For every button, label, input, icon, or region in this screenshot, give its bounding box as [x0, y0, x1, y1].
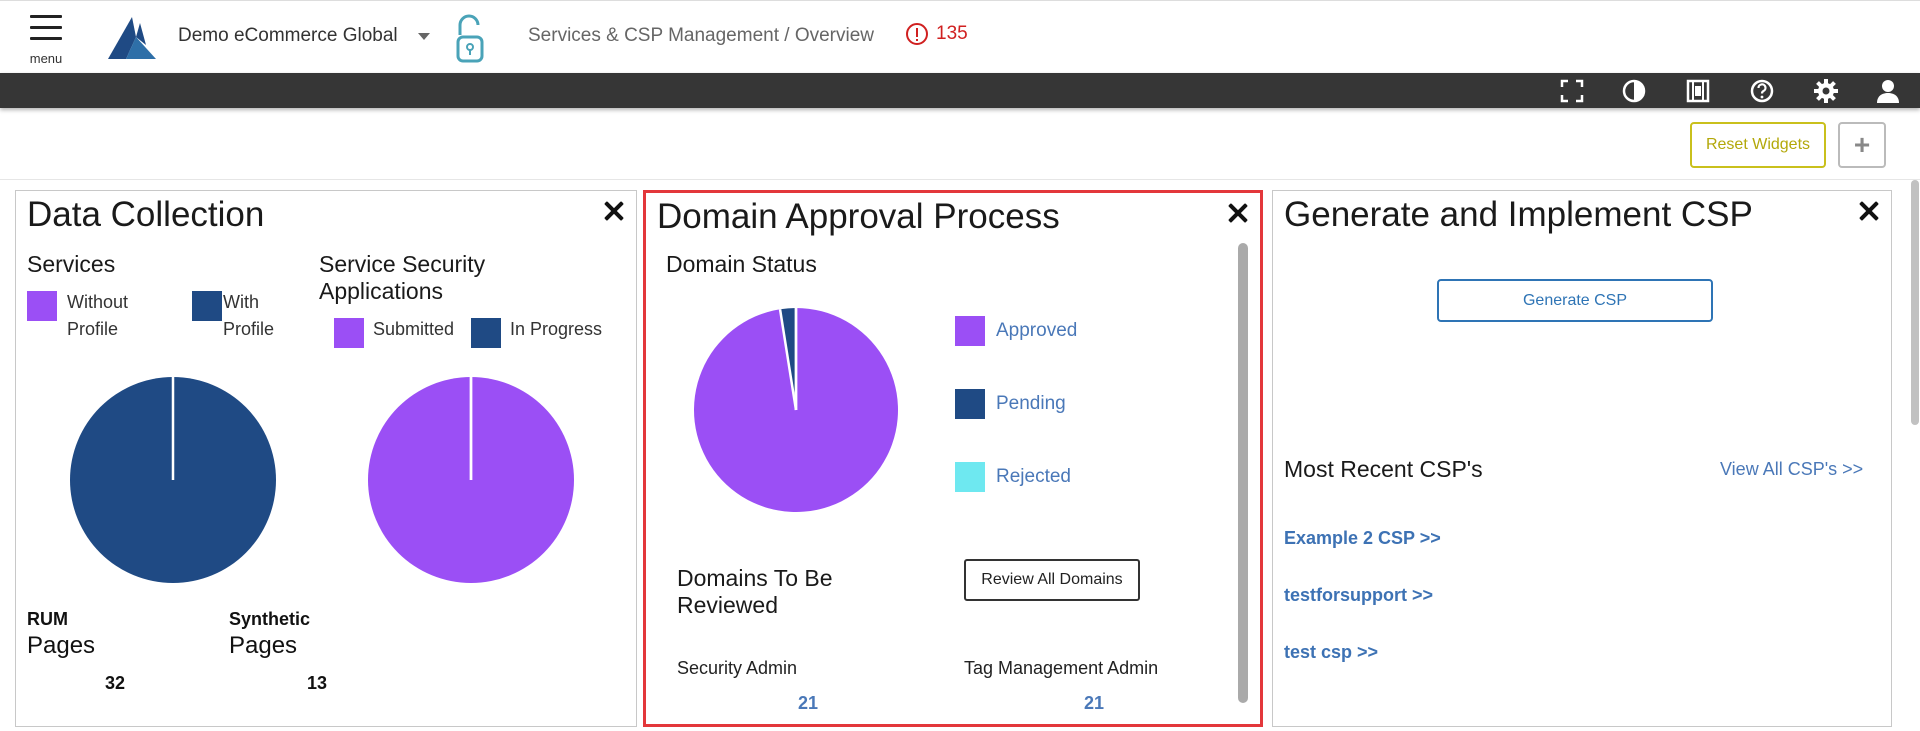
csp-link-item[interactable]: Example 2 CSP >> [1284, 528, 1441, 549]
alert-count: 135 [936, 23, 968, 44]
widget-title: Generate and Implement CSP [1284, 195, 1753, 234]
domain-status-pie-chart [694, 308, 898, 512]
csp-link-item[interactable]: test csp >> [1284, 642, 1378, 663]
toolbar [0, 73, 1920, 108]
rum-pages-label: Pages [27, 632, 96, 659]
unlock-icon[interactable] [452, 13, 488, 65]
fullscreen-icon[interactable] [1558, 77, 1586, 105]
rum-pages-count: 32 [105, 673, 126, 693]
security-admin-label: Security Admin [677, 658, 798, 678]
top-bar: menu Demo eCommerce Global Services & CS… [0, 0, 1920, 73]
data-collection-widget: Data Collection Services Without Profile… [15, 190, 637, 727]
review-all-domains-button[interactable]: Review All Domains [964, 559, 1140, 601]
legend-label-rejected[interactable]: Rejected [996, 466, 1071, 488]
film-icon[interactable] [1684, 77, 1712, 105]
domain-approval-widget: Domain Approval Process Domain Status Ap… [643, 190, 1263, 727]
synthetic-pages-label: Pages [229, 632, 298, 659]
view-all-csp-link[interactable]: View All CSP's >> [1720, 459, 1863, 480]
brand-logo[interactable] [106, 15, 158, 61]
legend-label-submitted: Submitted [373, 319, 455, 339]
alert-indicator[interactable]: 135 [906, 23, 968, 45]
tag-management-admin-label: Tag Management Admin [964, 658, 1159, 678]
organization-name[interactable]: Demo eCommerce Global [178, 25, 398, 47]
legend-swatch-in-progress [471, 318, 501, 348]
domain-status-heading: Domain Status [666, 251, 817, 277]
security-applications-pie-chart [368, 377, 574, 583]
contrast-icon[interactable] [1620, 77, 1648, 105]
generate-csp-button[interactable]: Generate CSP [1437, 279, 1713, 322]
legend-swatch-pending [955, 389, 985, 419]
services-heading: Services [27, 251, 116, 277]
legend-swatch-without-profile [27, 291, 57, 321]
security-applications-heading: Service Security Applications [319, 251, 486, 304]
add-widget-button[interactable]: + [1838, 122, 1886, 168]
close-icon[interactable] [1226, 201, 1250, 225]
hamburger-icon [30, 15, 62, 18]
menu-label: menu [29, 51, 63, 66]
page-scrollbar[interactable] [1911, 180, 1919, 425]
user-icon[interactable] [1874, 77, 1902, 105]
breadcrumb: Services & CSP Management / Overview [528, 25, 875, 46]
close-icon[interactable] [602, 199, 626, 223]
legend-label-approved[interactable]: Approved [996, 320, 1077, 342]
help-icon[interactable] [1748, 77, 1776, 105]
hamburger-icon-line [30, 26, 62, 29]
close-icon[interactable] [1857, 199, 1881, 223]
widget-title: Data Collection [27, 195, 265, 234]
synthetic-pages-count: 13 [307, 673, 328, 693]
synthetic-label: Synthetic [229, 609, 311, 629]
settings-icon[interactable] [1812, 77, 1840, 105]
recent-csp-heading: Most Recent CSP's [1284, 456, 1483, 482]
tag-management-admin-count[interactable]: 21 [1084, 693, 1104, 714]
legend-label-in-progress: In Progress [510, 319, 603, 339]
divider [0, 179, 1920, 180]
legend-label-pending[interactable]: Pending [996, 393, 1066, 415]
legend-label-without-profile: Without Profile [67, 292, 129, 339]
reset-widgets-button[interactable]: Reset Widgets [1690, 122, 1826, 168]
legend-swatch-rejected [955, 462, 985, 492]
legend-swatch-with-profile [192, 291, 222, 321]
domains-to-review-heading: Domains To Be Reviewed [677, 565, 833, 618]
csp-link-item[interactable]: testforsupport >> [1284, 585, 1433, 606]
legend-swatch-submitted [334, 318, 364, 348]
csp-widget: Generate and Implement CSP Generate CSP … [1272, 190, 1892, 727]
widget-title: Domain Approval Process [657, 197, 1060, 236]
alert-icon [906, 23, 928, 45]
legend-swatch-approved [955, 316, 985, 346]
chevron-down-icon[interactable] [418, 33, 430, 40]
menu-button[interactable]: menu [28, 15, 64, 67]
rum-label: RUM [27, 609, 68, 629]
services-pie-chart [70, 377, 276, 583]
hamburger-icon-line [30, 37, 62, 40]
legend-label-with-profile: With Profile [223, 292, 275, 339]
security-admin-count[interactable]: 21 [798, 693, 818, 714]
widget-scrollbar[interactable] [1238, 243, 1248, 703]
